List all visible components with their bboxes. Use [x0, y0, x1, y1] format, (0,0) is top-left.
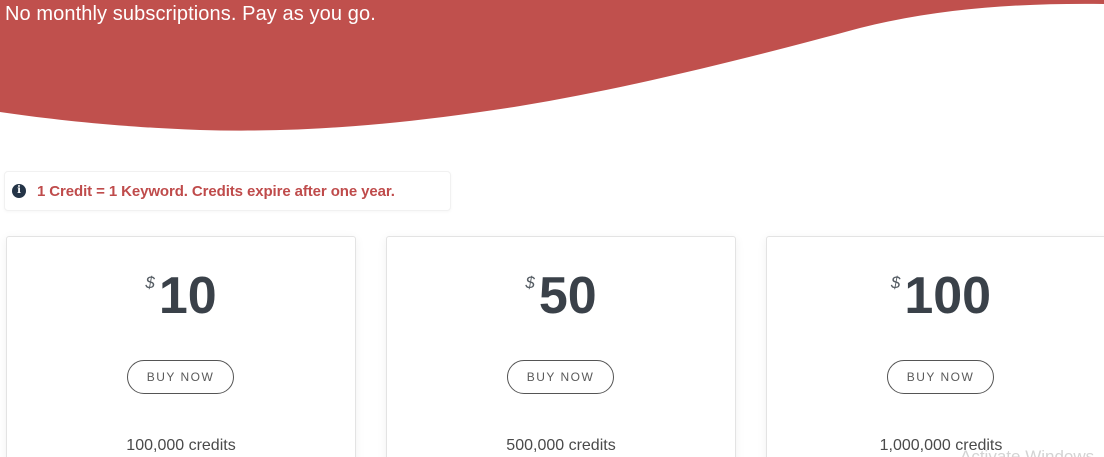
price-amount: 100: [904, 267, 992, 325]
credit-info-text: 1 Credit = 1 Keyword. Credits expire aft…: [37, 182, 395, 200]
info-circle-icon: i: [12, 184, 26, 198]
credits-label: 100,000 credits: [126, 437, 236, 454]
price-amount: 50: [538, 267, 597, 325]
pricing-card-10: $10 BUY NOW 100,000 credits: [6, 236, 356, 457]
hero-tagline: No monthly subscriptions. Pay as you go.: [5, 3, 376, 25]
buy-now-button[interactable]: BUY NOW: [507, 360, 614, 394]
activate-windows-watermark: Activate Windows: [960, 447, 1095, 457]
currency-symbol: $: [145, 273, 155, 292]
currency-symbol: $: [525, 273, 535, 292]
pricing-card-50: $50 BUY NOW 500,000 credits: [386, 236, 736, 457]
credits-label: 500,000 credits: [506, 437, 616, 454]
price: $10: [7, 267, 355, 325]
pricing-page: No monthly subscriptions. Pay as you go.…: [0, 0, 1104, 457]
currency-symbol: $: [890, 273, 901, 292]
price-amount: 10: [158, 267, 217, 325]
credit-info-note: i 1 Credit = 1 Keyword. Credits expire a…: [4, 171, 451, 211]
pricing-card-100: $100 BUY NOW 1,000,000 credits: [766, 236, 1104, 457]
buy-now-button[interactable]: BUY NOW: [887, 360, 994, 394]
price: $100: [767, 267, 1104, 325]
price: $50: [387, 267, 735, 325]
buy-now-button[interactable]: BUY NOW: [127, 360, 234, 394]
